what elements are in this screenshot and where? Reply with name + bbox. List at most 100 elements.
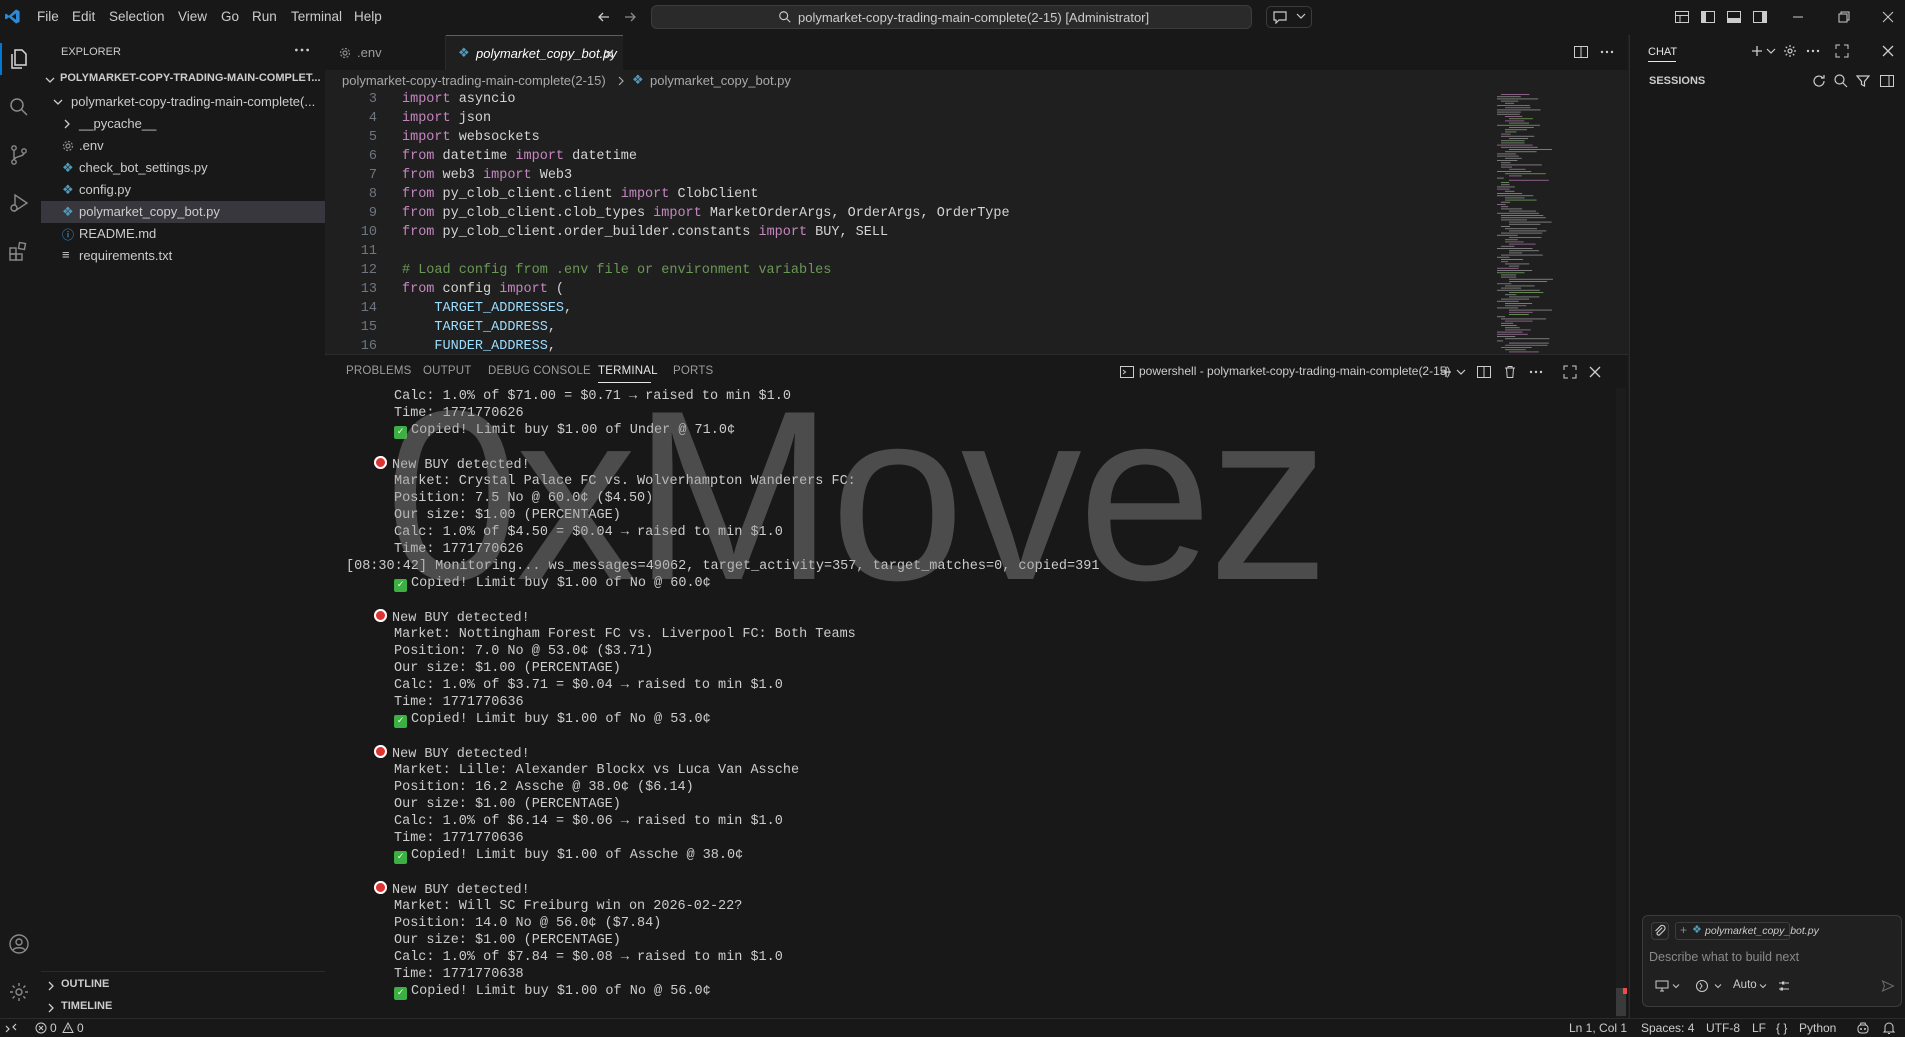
terminal-output[interactable]: Calc: 1.0% of $71.00 = $0.71 → raised to…: [346, 388, 1616, 1018]
code-line[interactable]: 12 # Load config from .env file or enviro…: [325, 261, 1485, 280]
chat-input-box[interactable]: + ❖ polymarket_copy_bot.py Describe what…: [1642, 915, 1902, 1007]
tree-item-config[interactable]: ❖ config.py: [41, 179, 325, 201]
minimap[interactable]: [1495, 92, 1615, 353]
attach-icon[interactable]: [1651, 922, 1669, 940]
monitor-icon[interactable]: [1655, 980, 1669, 992]
toggle-panel-icon[interactable]: [1726, 9, 1742, 25]
tree-item-pycache[interactable]: __pycache__: [41, 113, 325, 135]
remote-icon[interactable]: [5, 1022, 17, 1034]
new-terminal-icon[interactable]: [1439, 365, 1453, 379]
tree-item-env[interactable]: .env: [41, 135, 325, 157]
toggle-sidebar-icon[interactable]: [1879, 73, 1895, 89]
chat-title[interactable]: CHAT: [1648, 46, 1677, 58]
outline-section[interactable]: OUTLINE: [41, 975, 325, 997]
customize-layout-icon[interactable]: [1674, 9, 1690, 25]
menu-view[interactable]: View: [178, 9, 207, 24]
search-icon[interactable]: [7, 95, 31, 119]
filter-icon[interactable]: [1855, 73, 1871, 89]
copilot-icon[interactable]: [1856, 1021, 1870, 1035]
chat-placeholder[interactable]: Describe what to build next: [1649, 950, 1799, 964]
tree-item-readme[interactable]: ⓘ README.md: [41, 223, 325, 245]
code-line[interactable]: 4 import json: [325, 109, 1485, 128]
menu-file[interactable]: File: [37, 9, 59, 24]
maximize-icon[interactable]: [1834, 43, 1850, 59]
menu-help[interactable]: Help: [354, 9, 382, 24]
explorer-icon[interactable]: [7, 47, 31, 71]
terminal-shell-label[interactable]: powershell - polymarket-copy-trading-mai…: [1139, 364, 1450, 378]
warning-icon[interactable]: [62, 1022, 74, 1034]
language-mode[interactable]: Python: [1799, 1021, 1836, 1035]
close-icon[interactable]: [1881, 44, 1895, 58]
account-icon[interactable]: [7, 932, 31, 956]
send-icon[interactable]: [1881, 979, 1895, 993]
error-count[interactable]: 0: [50, 1021, 57, 1035]
language-braces-icon[interactable]: { }: [1776, 1021, 1787, 1035]
tree-item-requirements[interactable]: ≡ requirements.txt: [41, 245, 325, 267]
copilot-chat-toggle[interactable]: [1266, 6, 1312, 28]
tab-output[interactable]: OUTPUT: [423, 365, 471, 377]
terminal-scrollbar[interactable]: [1616, 388, 1626, 1018]
code-line[interactable]: 16 FUNDER_ADDRESS,: [325, 337, 1485, 353]
breadcrumb-file[interactable]: polymarket_copy_bot.py: [650, 73, 791, 88]
split-terminal-icon[interactable]: [1476, 364, 1492, 380]
close-panel-icon[interactable]: [1588, 365, 1602, 379]
tree-item-polymarket-copy-bot[interactable]: ❖ polymarket_copy_bot.py: [41, 201, 325, 223]
back-arrow-icon[interactable]: [596, 9, 612, 25]
menu-run[interactable]: Run: [252, 9, 277, 24]
code-line[interactable]: 5 import websockets: [325, 128, 1485, 147]
toggle-sidebar-icon[interactable]: [1700, 9, 1716, 25]
new-chat-icon[interactable]: [1750, 44, 1764, 58]
indentation[interactable]: Spaces: 4: [1641, 1021, 1694, 1035]
model-selector[interactable]: Auto: [1733, 979, 1757, 991]
code-editor[interactable]: 3 import asyncio 4 import json 5 import webso…: [325, 92, 1628, 353]
tab-terminal[interactable]: TERMINAL: [598, 365, 658, 377]
context-file-chip[interactable]: + ❖ polymarket_copy_bot.py: [1675, 922, 1819, 940]
close-window-icon[interactable]: [1880, 9, 1896, 25]
vscode-logo-icon[interactable]: [4, 8, 21, 25]
refresh-icon[interactable]: [1811, 73, 1827, 89]
warning-count[interactable]: 0: [77, 1021, 84, 1035]
code-line[interactable]: 9 from py_clob_client.clob_types import M…: [325, 204, 1485, 223]
code-line[interactable]: 6 from datetime import datetime: [325, 147, 1485, 166]
tree-item-check-bot-settings[interactable]: ❖ check_bot_settings.py: [41, 157, 325, 179]
minimize-window-icon[interactable]: [1790, 9, 1806, 25]
more-actions-icon[interactable]: [1528, 364, 1544, 380]
tools-icon[interactable]: [1777, 979, 1791, 993]
chevron-down-icon[interactable]: [1766, 47, 1776, 55]
folder-root[interactable]: polymarket-copy-trading-main-complete(..…: [41, 91, 325, 113]
timeline-section[interactable]: TIMELINE: [41, 997, 325, 1019]
code-line[interactable]: 10 from py_clob_client.order_builder.cons…: [325, 223, 1485, 242]
code-line[interactable]: 13 from config import (: [325, 280, 1485, 299]
code-line[interactable]: 15 TARGET_ADDRESS,: [325, 318, 1485, 337]
tab-ports[interactable]: PORTS: [673, 365, 713, 377]
code-line[interactable]: 14 TARGET_ADDRESSES,: [325, 299, 1485, 318]
tab-env[interactable]: .env: [325, 35, 446, 70]
workspace-root[interactable]: POLYMARKET-COPY-TRADING-MAIN-COMPLET...: [41, 69, 325, 91]
split-editor-icon[interactable]: [1573, 44, 1589, 60]
command-center-search[interactable]: polymarket-copy-trading-main-complete(2-…: [651, 5, 1252, 29]
chevron-down-icon[interactable]: [1672, 983, 1680, 989]
agent-mode-icon[interactable]: [1695, 979, 1709, 993]
run-debug-icon[interactable]: [7, 191, 31, 215]
cursor-position[interactable]: Ln 1, Col 1: [1569, 1021, 1627, 1035]
restore-window-icon[interactable]: [1836, 9, 1852, 25]
code-line[interactable]: 11: [325, 242, 1485, 261]
settings-gear-icon[interactable]: [7, 980, 31, 1004]
tab-polymarket-copy-bot[interactable]: ❖ polymarket_copy_bot.py: [446, 35, 623, 70]
tab-problems[interactable]: PROBLEMS: [346, 365, 412, 377]
close-icon[interactable]: [603, 48, 615, 60]
maximize-panel-icon[interactable]: [1562, 364, 1578, 380]
forward-arrow-icon[interactable]: [622, 9, 638, 25]
trash-icon[interactable]: [1502, 364, 1518, 380]
breadcrumb-folder[interactable]: polymarket-copy-trading-main-complete(2-…: [342, 73, 606, 88]
more-actions-icon[interactable]: [293, 41, 311, 59]
chevron-down-icon[interactable]: [1456, 368, 1466, 376]
error-icon[interactable]: [35, 1022, 47, 1034]
editor-scrollbar[interactable]: [1616, 92, 1628, 353]
more-actions-icon[interactable]: [1805, 43, 1821, 59]
source-control-icon[interactable]: [7, 143, 31, 167]
code-line[interactable]: 3 import asyncio: [325, 92, 1485, 109]
chevron-down-icon[interactable]: [1714, 983, 1722, 989]
encoding[interactable]: UTF-8: [1706, 1021, 1740, 1035]
toggle-secondary-sidebar-icon[interactable]: [1752, 9, 1768, 25]
